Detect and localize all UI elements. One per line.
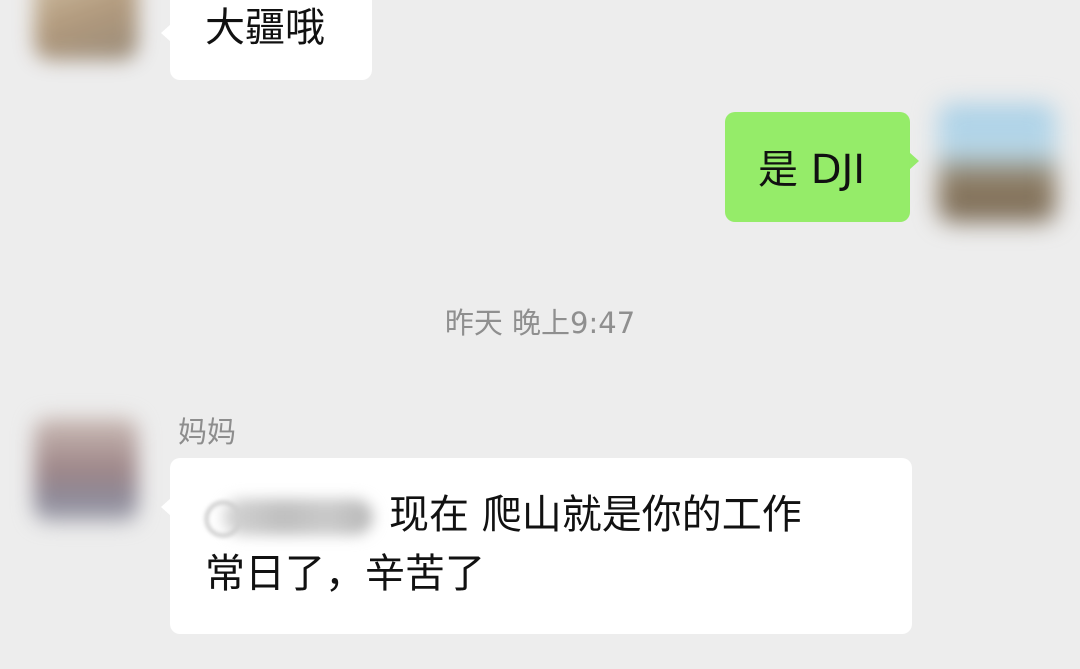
redacted-name <box>223 499 373 535</box>
message-line: 现在 爬山就是你的工作 <box>205 492 802 538</box>
message-timestamp: 昨天 晚上9:47 <box>444 306 636 340</box>
bubble-tail <box>909 152 919 170</box>
outgoing-message-bubble[interactable]: 是 DJI <box>725 112 919 222</box>
message-line: 常日了，辛苦了 <box>205 551 485 597</box>
sender-name: 妈妈 <box>178 415 237 449</box>
incoming-message-bubble[interactable]: 现在 爬山就是你的工作 常日了，辛苦了 <box>161 458 912 634</box>
message-text: 是 DJI <box>758 147 866 193</box>
my-avatar[interactable] <box>938 104 1056 222</box>
contact-avatar[interactable] <box>34 0 138 60</box>
bubble-tail <box>161 24 171 42</box>
message-text: 现在 爬山就是你的工作 <box>389 492 802 538</box>
incoming-message-bubble[interactable]: 大疆哦 <box>161 0 372 80</box>
blurred-mention <box>205 497 375 537</box>
bubble-tail <box>161 498 171 516</box>
message-text: 大疆哦 <box>205 5 325 51</box>
sender-avatar[interactable] <box>34 418 138 522</box>
